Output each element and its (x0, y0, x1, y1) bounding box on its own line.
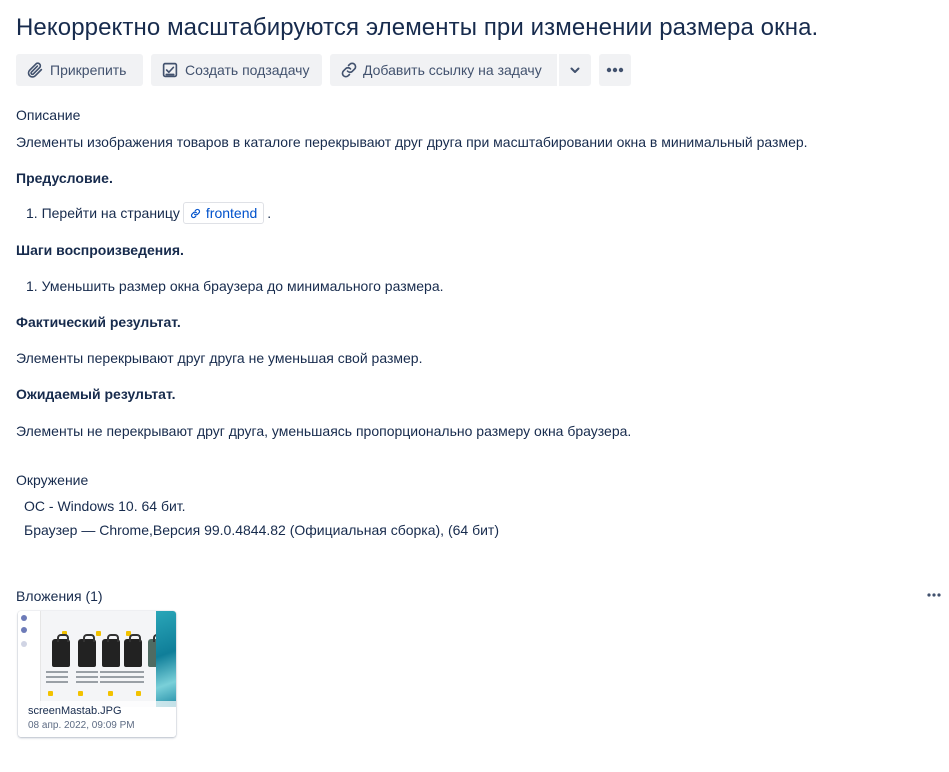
link-issue-dropdown-button[interactable] (559, 54, 591, 86)
more-horizontal-icon (927, 593, 941, 597)
link-icon (190, 208, 200, 218)
attachments-more-button[interactable] (924, 588, 944, 602)
attachment-date: 08 апр. 2022, 09:09 PM (28, 720, 135, 731)
attachment-thumbnail-image (18, 611, 176, 707)
expected-result-heading: Ожидаемый результат. (16, 386, 176, 402)
description-heading: Описание (16, 107, 81, 123)
description-text: Элементы изображения товаров в каталоге … (16, 134, 808, 150)
precondition-list-item: 1. Перейти на страницу frontend . (26, 202, 271, 224)
more-actions-button[interactable] (599, 54, 631, 86)
steps-item-text: 1. Уменьшить размер окна браузера до мин… (26, 278, 444, 294)
precondition-suffix: . (267, 205, 272, 221)
expected-result-text: Элементы не перекрывают друг друга, умен… (16, 423, 632, 439)
actual-result-text: Элементы перекрывают друг друга не умень… (16, 350, 423, 366)
precondition-heading: Предусловие. (16, 170, 113, 186)
chevron-down-icon (570, 67, 580, 73)
link-icon (341, 62, 357, 78)
create-subtask-label: Создать подзадачу (185, 62, 310, 78)
attachment-card[interactable]: screenMastab.JPG 08 апр. 2022, 09:09 PM (18, 611, 176, 737)
environment-browser: Браузер — Chrome,Версия 99.0.4844.82 (Оф… (24, 522, 499, 538)
precondition-item-text: 1. Перейти на страницу (26, 205, 180, 221)
environment-os: ОС - Windows 10. 64 бит. (24, 498, 186, 514)
steps-heading: Шаги воспроизведения. (16, 242, 184, 258)
actual-result-heading: Фактический результат. (16, 314, 181, 330)
create-subtask-button[interactable]: Создать подзадачу (151, 54, 322, 86)
attach-button-label: Прикрепить (50, 62, 127, 78)
link-issue-button[interactable]: Добавить ссылку на задачу (330, 54, 557, 86)
steps-list-item: 1. Уменьшить размер окна браузера до мин… (26, 278, 444, 294)
link-issue-label: Добавить ссылку на задачу (363, 62, 542, 78)
attachments-heading: Вложения (1) (16, 588, 103, 604)
attach-button[interactable]: Прикрепить (16, 54, 143, 86)
issue-title[interactable]: Некорректно масштабируются элементы при … (16, 14, 818, 42)
environment-heading: Окружение (16, 472, 89, 488)
thumbnail-sidebar (18, 611, 41, 707)
frontend-link-label: frontend (205, 205, 258, 221)
attachment-filename: screenMastab.JPG (28, 705, 122, 717)
subtask-checkbox-icon (162, 62, 178, 78)
more-horizontal-icon (606, 67, 624, 73)
frontend-smart-link[interactable]: frontend (182, 202, 265, 224)
thumbnail-background-sea (156, 611, 176, 707)
paperclip-icon (27, 62, 43, 78)
